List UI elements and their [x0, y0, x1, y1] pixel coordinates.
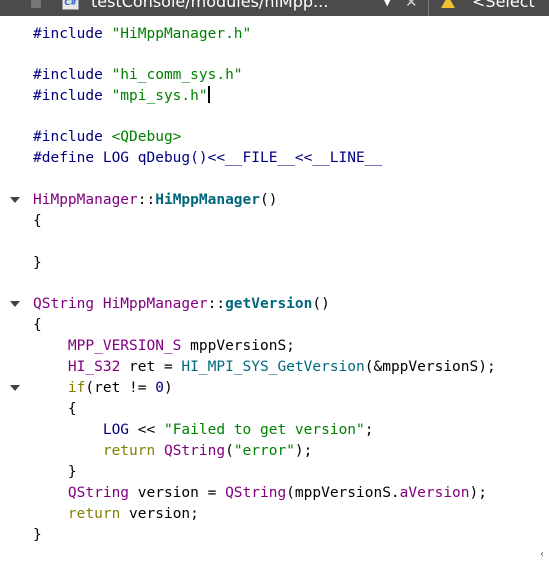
code-line: }: [33, 464, 77, 480]
code-line: #include "mpi_sys.h": [33, 86, 210, 104]
chevron-down-icon[interactable]: ▼: [383, 0, 391, 8]
code-line: return version;: [67, 506, 199, 522]
divider: [428, 0, 429, 16]
warning-icon: [441, 0, 455, 8]
code-line: return QString("error");: [102, 443, 313, 459]
fold-arrow-icon[interactable]: [10, 197, 20, 203]
scroll-left-icon[interactable]: ‹: [540, 549, 544, 560]
cpp-file-icon: C#: [62, 0, 79, 10]
lock-icon: [31, 0, 41, 8]
text-cursor: [207, 86, 210, 103]
code-line: MPP_VERSION_S mppVersionS;: [67, 338, 295, 354]
code-line: }: [33, 527, 42, 543]
fold-arrow-icon[interactable]: [10, 385, 20, 391]
fold-arrow-icon[interactable]: [10, 301, 20, 307]
code-line: {: [33, 213, 42, 229]
code-line: #include "HiMppManager.h": [33, 26, 252, 42]
close-icon[interactable]: ✕: [405, 0, 418, 11]
code-line: #include "hi_comm_sys.h": [33, 67, 243, 83]
code-line: {: [33, 317, 42, 333]
code-line: if(ret != 0): [0, 378, 549, 399]
code-line: QString HiMppManager::getVersion(): [0, 294, 549, 315]
editor-tab-bar: C# testConsole/modules/hiMpp... ▼ ✕ <Sel…: [0, 0, 549, 16]
code-line: #define LOG qDebug()<<__FILE__<<__LINE__: [33, 150, 383, 166]
code-line: #include <QDebug>: [33, 129, 182, 145]
symbol-selector[interactable]: <Select: [472, 0, 535, 12]
code-line: LOG << "Failed to get version";: [102, 422, 374, 438]
code-line: HiMppManager::HiMppManager(): [0, 190, 549, 211]
code-line: }: [33, 255, 42, 271]
document-path[interactable]: testConsole/modules/hiMpp...: [91, 0, 328, 12]
code-line: {: [33, 401, 77, 417]
code-line: QString version = QString(mppVersionS.aV…: [67, 485, 487, 501]
code-line: HI_S32 ret = HI_MPI_SYS_GetVersion(&mppV…: [67, 359, 496, 375]
